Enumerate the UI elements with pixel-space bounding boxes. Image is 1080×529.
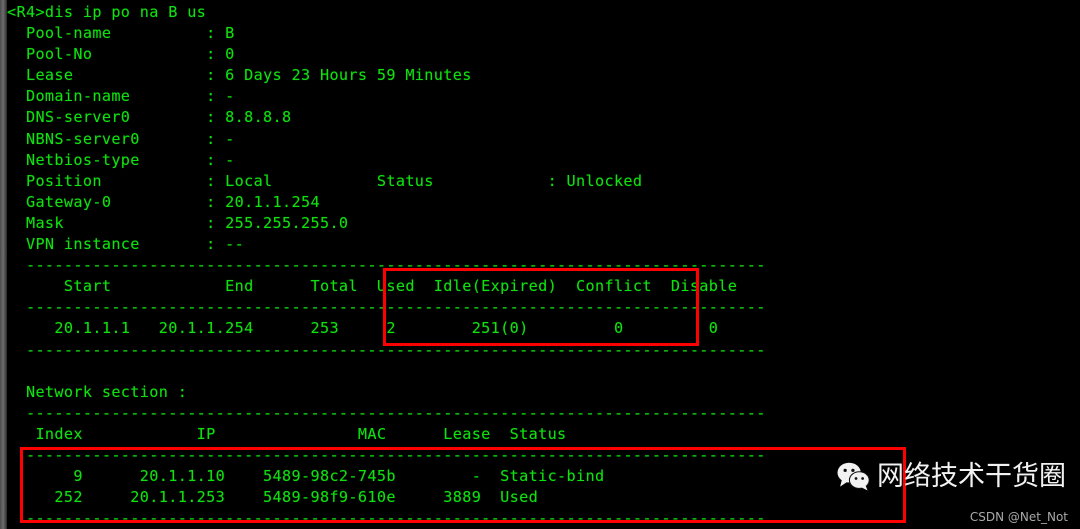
terminal-screenshot: <R4>dis ip po na B us Pool-name : B Pool… — [0, 0, 1080, 529]
credit-label: CSDN @Net_Not — [969, 510, 1068, 524]
console-left-gutter — [0, 0, 7, 529]
console-output-area[interactable]: <R4>dis ip po na B us Pool-name : B Pool… — [7, 0, 1080, 529]
console-text: <R4>dis ip po na B us Pool-name : B Pool… — [7, 3, 766, 528]
